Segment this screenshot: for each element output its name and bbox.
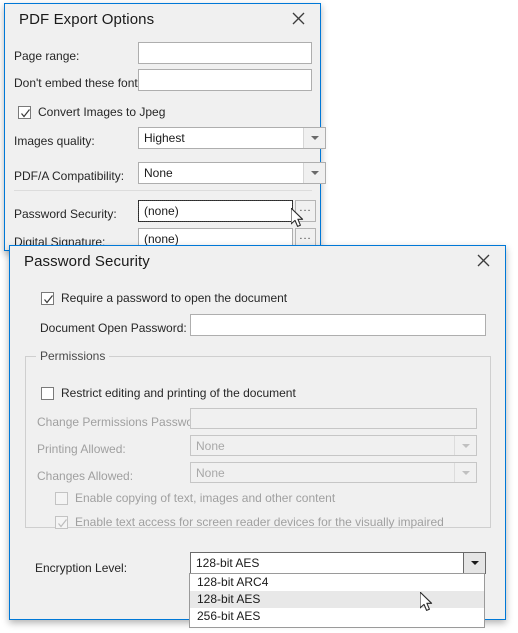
printing-allowed-combobox: None [190,435,477,456]
printing-allowed-value: None [196,438,225,453]
page-range-input[interactable] [138,42,312,64]
check-icon [21,108,30,117]
password-dialog-title: Password Security [24,253,150,270]
change-permissions-password-label: Change Permissions Password: [37,415,208,429]
images-quality-label: Images quality: [14,134,95,148]
images-quality-combobox[interactable]: Highest [138,127,326,149]
page-range-label: Page range: [14,49,80,63]
password-dialog-titlebar: Password Security [10,246,505,280]
dropdown-option-1[interactable]: 128-bit AES [190,591,484,608]
document-open-password-input[interactable] [190,314,486,336]
close-icon[interactable] [463,246,503,274]
digital-signature-value: (none) [144,232,179,246]
pdfa-compatibility-combobox[interactable]: None [138,162,326,184]
chevron-down-icon [454,436,476,455]
dropdown-option-2[interactable]: 256-bit AES [190,608,484,625]
changes-allowed-label: Changes Allowed: [37,469,134,483]
ellipsis-icon: ... [299,202,312,214]
checkbox-box [55,515,68,529]
restrict-editing-label: Restrict editing and printing of the doc… [61,386,296,400]
pdf-export-options-dialog: PDF Export Options Page range: Don't emb… [4,3,326,251]
changes-allowed-value: None [196,465,225,480]
change-permissions-password-input [190,408,477,429]
encryption-level-combobox[interactable]: 128-bit AES [190,552,486,574]
chevron-down-icon[interactable] [303,163,325,183]
checkbox-box [55,491,68,505]
permissions-group-title: Permissions [36,349,110,363]
divider [14,190,312,191]
images-quality-value: Highest [144,131,185,145]
enable-copying-checkbox: Enable copying of text, images and other… [55,491,335,505]
convert-images-label: Convert Images to Jpeg [38,105,166,119]
password-security-dialog: Password Security Require a password to … [9,245,506,620]
checkbox-box [41,291,54,305]
printing-allowed-label: Printing Allowed: [37,442,126,456]
encryption-level-dropdown-list[interactable]: 128-bit ARC4 128-bit AES 256-bit AES [189,573,485,628]
dont-embed-fonts-label: Don't embed these fonts: [14,76,148,90]
require-password-label: Require a password to open the document [61,291,288,305]
enable-screen-reader-checkbox: Enable text access for screen reader dev… [55,515,444,529]
dont-embed-fonts-input[interactable] [138,69,312,91]
password-security-browse-button[interactable]: ... [295,200,316,222]
checkbox-box [41,386,54,400]
dropdown-option-0[interactable]: 128-bit ARC4 [190,574,484,591]
pdfa-compatibility-label: PDF/A Compatibility: [14,169,125,183]
changes-allowed-combobox: None [190,462,477,483]
checkbox-box [18,105,31,119]
chevron-down-icon [454,463,476,482]
encryption-level-value: 128-bit AES [196,556,260,570]
password-security-input[interactable]: (none) [138,200,293,222]
restrict-editing-checkbox[interactable]: Restrict editing and printing of the doc… [41,386,296,400]
export-dialog-titlebar: PDF Export Options [5,4,320,38]
close-icon[interactable] [278,4,318,32]
convert-images-checkbox[interactable]: Convert Images to Jpeg [18,105,165,119]
password-security-value: (none) [144,204,179,218]
pdfa-compatibility-value: None [144,166,173,180]
export-dialog-title: PDF Export Options [19,11,155,28]
check-icon [44,294,53,303]
encryption-level-label: Encryption Level: [35,561,128,575]
password-security-label: Password Security: [14,207,117,221]
enable-screen-reader-label: Enable text access for screen reader dev… [75,515,444,529]
screen: PDF Export Options Page range: Don't emb… [0,0,518,633]
chevron-down-icon[interactable] [303,128,325,148]
ellipsis-icon: ... [299,230,312,242]
document-open-password-label: Document Open Password: [40,321,187,335]
check-icon [58,518,67,527]
enable-copying-label: Enable copying of text, images and other… [75,491,336,505]
require-password-checkbox[interactable]: Require a password to open the document [41,291,287,305]
chevron-down-icon[interactable] [463,553,485,573]
